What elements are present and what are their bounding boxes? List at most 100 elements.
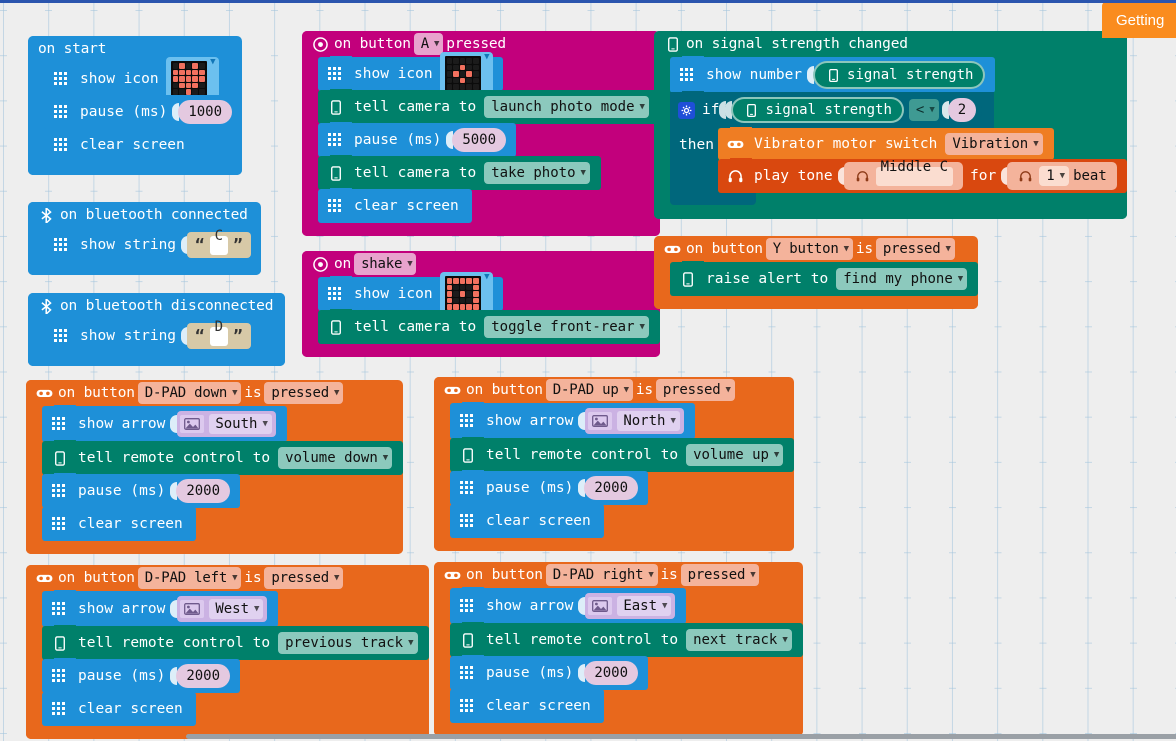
dpad-right-header[interactable]: on button D-PAD right ▼ is pressed ▼: [434, 562, 775, 588]
button-select-dpad-left[interactable]: D-PAD left ▼: [137, 567, 242, 589]
state-select[interactable]: pressed ▼: [875, 238, 955, 260]
bt-disconnected-header[interactable]: on bluetooth disconnected: [28, 293, 286, 319]
arrow-select[interactable]: North ▼: [617, 411, 680, 431]
string-value[interactable]: C: [209, 229, 229, 255]
show-arrow-row[interactable]: show arrow East ▼: [450, 587, 687, 624]
pause-value-field[interactable]: 2000: [176, 664, 231, 688]
if-then-block[interactable]: if signal strength < ▼ 2 then Vibrator m…: [670, 91, 1127, 205]
show-icon-row[interactable]: show icon ▼: [318, 52, 503, 96]
camera-action-select[interactable]: toggle front-rear ▼: [484, 316, 649, 338]
pause-value-field[interactable]: 1000: [178, 100, 233, 124]
string-value[interactable]: D: [209, 320, 229, 346]
scrollbar-thumb[interactable]: [186, 734, 1176, 739]
on-start-header[interactable]: on start: [28, 36, 119, 62]
tell-camera-row[interactable]: tell camera to toggle front-rear ▼: [318, 309, 660, 344]
block-on-shake[interactable]: on shake ▼ show icon ▼ tell camera to to…: [302, 251, 660, 357]
arrow-picker[interactable]: North ▼: [585, 408, 684, 434]
tell-camera-row-1[interactable]: tell camera to launch photo mode ▼: [318, 89, 660, 124]
block-bluetooth-disconnected[interactable]: on bluetooth disconnected show string “ …: [28, 293, 286, 366]
beat-picker[interactable]: 1 ▼ beat: [1007, 162, 1117, 190]
play-tone-row[interactable]: play tone Middle C for 1 ▼ beat: [718, 158, 1127, 193]
block-bluetooth-connected[interactable]: on bluetooth connected show string “ C ”: [28, 202, 261, 275]
block-dpad-down[interactable]: on button D-PAD down ▼ is pressed ▼ show…: [26, 380, 404, 554]
signal-strength-reporter[interactable]: signal strength: [731, 97, 904, 123]
show-icon-row[interactable]: show icon ▼: [318, 272, 503, 316]
state-select[interactable]: pressed ▼: [655, 379, 735, 401]
button-select-a[interactable]: A ▼: [413, 33, 444, 55]
operator-select[interactable]: < ▼: [908, 99, 939, 121]
block-dpad-left[interactable]: on button D-PAD left ▼ is pressed ▼ show…: [26, 565, 429, 739]
block-dpad-up[interactable]: on button D-PAD up ▼ is pressed ▼ show a…: [434, 377, 795, 551]
arrow-picker[interactable]: West ▼: [177, 596, 268, 622]
pause-row[interactable]: pause (ms) 2000: [450, 470, 649, 505]
signal-strength-header[interactable]: on signal strength changed: [654, 31, 920, 57]
pause-row[interactable]: pause (ms) 2000: [42, 658, 241, 693]
arrow-select[interactable]: South ▼: [209, 414, 272, 434]
alert-select[interactable]: find my phone ▼: [836, 268, 968, 290]
button-select-dpad-down[interactable]: D-PAD down ▼: [137, 382, 242, 404]
clear-screen-row[interactable]: clear screen: [42, 691, 196, 726]
arrow-picker[interactable]: East ▼: [585, 593, 676, 619]
tell-camera-row-2[interactable]: tell camera to take photo ▼: [318, 155, 601, 190]
camera-action-select-2[interactable]: take photo ▼: [484, 162, 590, 184]
horizontal-scrollbar[interactable]: [0, 729, 1176, 741]
pause-row[interactable]: pause (ms) 2000: [42, 473, 241, 508]
arrow-select[interactable]: West ▼: [209, 599, 264, 619]
comparison-block[interactable]: signal strength < ▼ 2: [725, 95, 983, 125]
dpad-up-header[interactable]: on button D-PAD up ▼ is pressed ▼: [434, 377, 750, 403]
gear-icon[interactable]: [678, 101, 695, 119]
button-y-header[interactable]: on button Y button ▼ is pressed ▼: [654, 236, 970, 262]
remote-action-select[interactable]: previous track ▼: [278, 632, 418, 654]
show-number-row[interactable]: show number signal strength: [670, 56, 996, 93]
comparison-right-value[interactable]: 2: [947, 98, 977, 122]
camera-action-select-1[interactable]: launch photo mode ▼: [484, 96, 649, 118]
dpad-down-header[interactable]: on button D-PAD down ▼ is pressed ▼: [26, 380, 359, 406]
string-literal-field[interactable]: “ C ”: [187, 229, 251, 258]
beat-select[interactable]: 1 ▼: [1039, 166, 1070, 186]
block-dpad-right[interactable]: on button D-PAD right ▼ is pressed ▼ sho…: [434, 562, 803, 736]
on-start-hat[interactable]: on start show icon ▼ pause (ms) 1000 cle…: [28, 36, 243, 175]
state-select[interactable]: pressed ▼: [680, 564, 760, 586]
block-on-start[interactable]: on start show icon ▼ pause (ms) 1000 cle…: [28, 36, 243, 175]
clear-screen-row[interactable]: clear screen: [44, 127, 198, 162]
pause-value-field[interactable]: 5000: [452, 128, 507, 152]
vibrator-row[interactable]: Vibrator motor switch Vibration ▼: [718, 127, 1054, 160]
tell-remote-row[interactable]: tell remote control to previous track ▼: [42, 625, 429, 660]
remote-action-select[interactable]: volume down ▼: [278, 447, 393, 469]
button-select-dpad-up[interactable]: D-PAD up ▼: [545, 379, 633, 401]
show-string-row[interactable]: show string “ C ”: [44, 227, 261, 262]
state-select[interactable]: pressed ▼: [264, 567, 344, 589]
button-select-dpad-right[interactable]: D-PAD right ▼: [545, 564, 658, 586]
remote-action-select[interactable]: volume up ▼: [686, 444, 784, 466]
pause-value-field[interactable]: 2000: [176, 479, 231, 503]
if-header[interactable]: if signal strength < ▼ 2: [670, 91, 995, 128]
getting-started-tab[interactable]: Getting: [1102, 2, 1176, 38]
raise-alert-row[interactable]: raise alert to find my phone ▼: [670, 261, 979, 296]
gesture-select[interactable]: shake ▼: [354, 253, 417, 275]
show-arrow-row[interactable]: show arrow West ▼: [42, 590, 279, 627]
string-literal-field[interactable]: “ D ”: [187, 320, 251, 349]
clear-screen-row[interactable]: clear screen: [450, 503, 604, 538]
clear-screen-row[interactable]: clear screen: [450, 688, 604, 723]
signal-strength-reporter[interactable]: signal strength: [813, 61, 986, 89]
tone-picker[interactable]: Middle C: [843, 160, 964, 190]
tone-value[interactable]: Middle C: [875, 160, 954, 186]
pause-value-field[interactable]: 2000: [584, 476, 639, 500]
tell-remote-row[interactable]: tell remote control to volume down ▼: [42, 440, 404, 475]
bt-connected-header[interactable]: on bluetooth connected: [28, 202, 260, 228]
pause-row[interactable]: pause (ms) 5000: [318, 122, 517, 157]
block-signal-strength-changed[interactable]: on signal strength changed show number s…: [654, 31, 1127, 219]
clear-screen-row[interactable]: clear screen: [318, 188, 472, 223]
arrow-select[interactable]: East ▼: [617, 596, 672, 616]
block-on-button-a[interactable]: on button A ▼ pressed show icon ▼ tell c…: [302, 31, 660, 236]
show-arrow-row[interactable]: show arrow North ▼: [450, 402, 695, 439]
pause-row[interactable]: pause (ms) 1000: [44, 94, 243, 129]
block-on-button-y[interactable]: on button Y button ▼ is pressed ▼ raise …: [654, 236, 979, 309]
show-string-row[interactable]: show string “ D ”: [44, 318, 261, 353]
state-select[interactable]: pressed ▼: [264, 382, 344, 404]
tell-remote-row[interactable]: tell remote control to volume up ▼: [450, 437, 795, 472]
dpad-left-header[interactable]: on button D-PAD left ▼ is pressed ▼: [26, 565, 359, 591]
pause-row[interactable]: pause (ms) 2000: [450, 655, 649, 690]
on-shake-header[interactable]: on shake ▼: [302, 251, 432, 277]
arrow-picker[interactable]: South ▼: [177, 411, 276, 437]
